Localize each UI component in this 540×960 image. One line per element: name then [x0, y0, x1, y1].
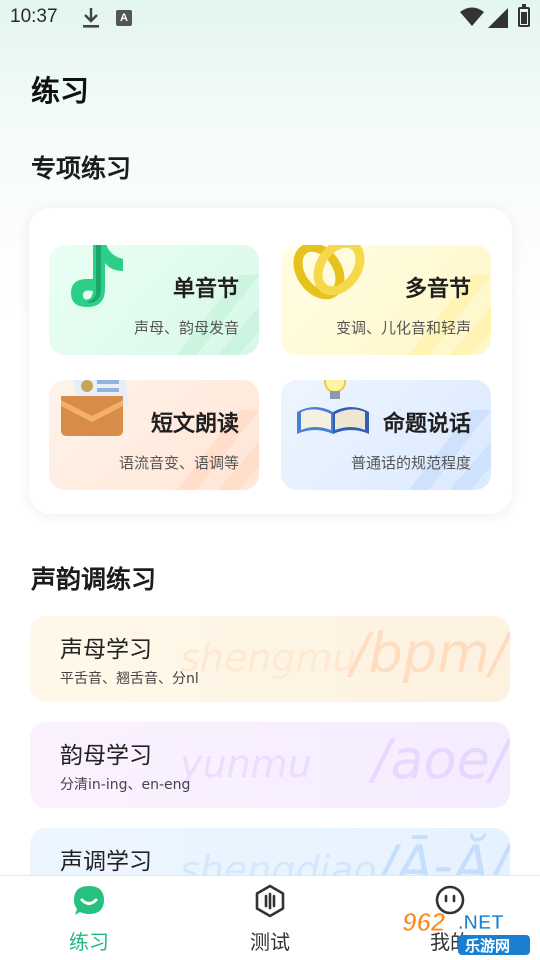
row-title: 声调学习: [60, 849, 152, 875]
watermark-brand: 962: [402, 907, 446, 937]
tab-test[interactable]: 测试: [230, 884, 310, 955]
watermark-domain: .NET: [458, 912, 504, 934]
card-title: 短文朗读: [150, 412, 239, 437]
card-multi-syllable[interactable]: 多音节 变调、儿化音和轻声: [281, 245, 491, 355]
book-bulb-icon: [297, 380, 369, 434]
a-notification-icon: A: [116, 10, 132, 26]
special-practice-panel: 单音节 声母、韵母发音 多音节 变调、儿化音和轻声 短文朗读 语流音变、语调等: [29, 208, 512, 514]
card-subtitle: 变调、儿化音和轻声: [335, 319, 471, 337]
row-watermark: yunmu: [180, 742, 312, 786]
tab-label: 练习: [69, 930, 109, 954]
row-watermark: shengmu: [180, 636, 357, 680]
battery-icon: [518, 4, 530, 27]
site-watermark: 962 .NET 乐游网: [398, 905, 538, 957]
signal-icon: [488, 8, 508, 28]
section-title-special: 专项练习: [31, 154, 132, 183]
watermark-logo: 962 .NET 乐游网: [402, 907, 530, 955]
card-title: 多音节: [404, 277, 471, 302]
card-single-syllable[interactable]: 单音节 声母、韵母发音: [49, 245, 259, 355]
card-subtitle: 语流音变、语调等: [118, 454, 239, 472]
row-title: 韵母学习: [60, 743, 152, 769]
row-subtitle: 分清in-ing、en-eng: [60, 777, 191, 793]
chat-bubble-icon: [74, 886, 104, 915]
list-item-finals[interactable]: yunmu /aoe/ 韵母学习 分清in-ing、en-eng: [30, 722, 510, 808]
card-topic-speaking[interactable]: 命题说话 普通话的规范程度: [281, 380, 491, 490]
row-subtitle: 平舌音、翘舌音、分nl: [60, 671, 199, 687]
section-title-tones: 声韵调练习: [31, 565, 157, 594]
status-time: 10:37: [10, 6, 58, 27]
row-title: 声母学习: [60, 637, 152, 663]
music-note-icon: [71, 245, 123, 307]
tab-practice[interactable]: 练习: [49, 884, 129, 955]
row-phonetic: /aoe/: [372, 728, 508, 791]
wifi-icon: [460, 7, 484, 26]
row-phonetic: /bpm/: [350, 622, 508, 685]
chain-link-icon: [293, 245, 365, 300]
page-title: 练习: [31, 74, 90, 108]
list-item-initials[interactable]: shengmu /bpm/ 声母学习 平舌音、翘舌音、分nl: [30, 616, 510, 702]
envelope-icon: [61, 380, 129, 436]
card-subtitle: 声母、韵母发音: [133, 319, 239, 337]
card-title: 单音节: [172, 277, 239, 302]
watermark-site: 乐游网: [465, 937, 510, 955]
status-bar: 10:37 A: [0, 0, 540, 38]
tab-label: 测试: [250, 930, 290, 954]
hexagon-test-icon: [255, 884, 285, 918]
download-icon: [83, 8, 99, 28]
card-short-reading[interactable]: 短文朗读 语流音变、语调等: [49, 380, 259, 490]
card-title: 命题说话: [382, 412, 471, 437]
card-subtitle: 普通话的规范程度: [350, 454, 471, 472]
